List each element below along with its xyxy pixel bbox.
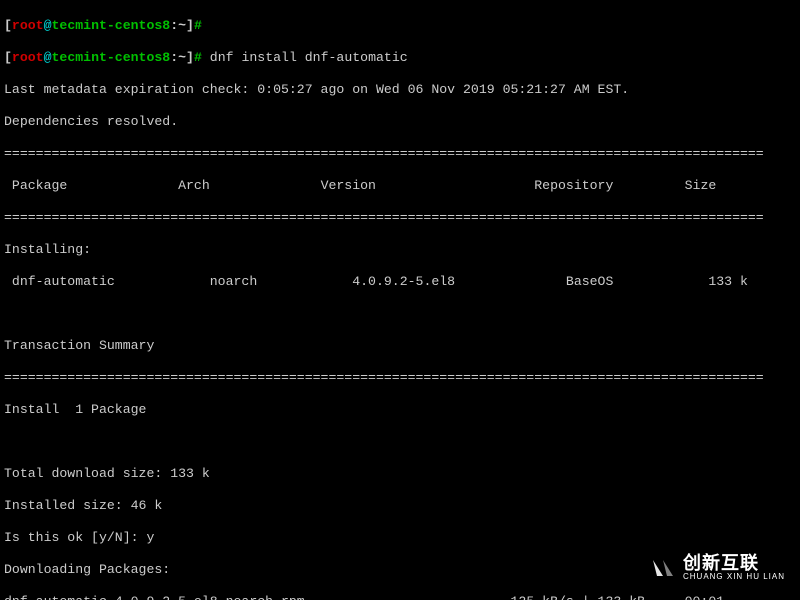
- installing-label: Installing:: [4, 242, 796, 258]
- summary-title: Transaction Summary: [4, 338, 796, 354]
- divider: ========================================…: [4, 210, 796, 226]
- package-row: dnf-automatic noarch 4.0.9.2-5.el8 BaseO…: [4, 274, 796, 290]
- prompt-line-2: [root@tecmint-centos8:~]# dnf install dn…: [4, 50, 796, 66]
- resolved-line: Dependencies resolved.: [4, 114, 796, 130]
- logo-text: 创新互联 CHUANG XIN HU LIAN: [683, 555, 785, 585]
- logo-icon: [649, 556, 677, 584]
- table-header: Package Arch Version Repository Size: [4, 178, 796, 194]
- installed-size: Installed size: 46 k: [4, 498, 796, 514]
- prompt-line-1: [root@tecmint-centos8:~]#: [4, 18, 796, 34]
- watermark-logo: 创新互联 CHUANG XIN HU LIAN: [649, 555, 785, 585]
- confirm-prompt: Is this ok [y/N]: y: [4, 530, 796, 546]
- metadata-line: Last metadata expiration check: 0:05:27 …: [4, 82, 796, 98]
- command-text: dnf install dnf-automatic: [202, 50, 408, 65]
- summary-install: Install 1 Package: [4, 402, 796, 418]
- blank-line: [4, 306, 796, 322]
- total-download: Total download size: 133 k: [4, 466, 796, 482]
- terminal-output[interactable]: [root@tecmint-centos8:~]# [root@tecmint-…: [0, 0, 800, 600]
- blank-line: [4, 434, 796, 450]
- download-file: dnf-automatic-4.0.9.2-5.el8.noarch.rpm 1…: [4, 594, 796, 600]
- divider: ========================================…: [4, 146, 796, 162]
- divider: ========================================…: [4, 370, 796, 386]
